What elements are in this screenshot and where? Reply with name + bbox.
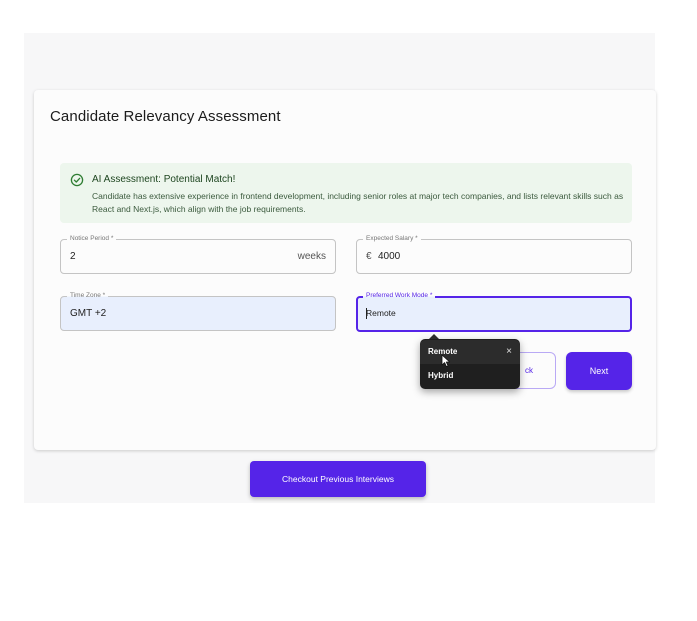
page: Candidate Relevancy Assessment AI Assess… [0, 0, 697, 621]
back-button-label: ck [525, 366, 533, 375]
preferred-work-mode-value: Remote [366, 308, 396, 318]
mouse-cursor-icon [441, 354, 451, 367]
alert-body: Candidate has extensive experience in fr… [92, 191, 624, 214]
assessment-card: Candidate Relevancy Assessment AI Assess… [34, 90, 656, 450]
ai-assessment-alert: AI Assessment: Potential Match! Candidat… [60, 163, 632, 223]
close-icon[interactable]: × [506, 340, 512, 364]
time-zone-value: GMT +2 [70, 308, 107, 319]
preferred-work-mode-label: Preferred Work Mode * [363, 291, 436, 301]
dropdown-option-hybrid[interactable]: Hybrid [420, 364, 520, 388]
time-zone-field[interactable]: Time Zone * GMT +2 [60, 291, 336, 331]
expected-salary-value: 4000 [378, 251, 401, 262]
expected-salary-field[interactable]: Expected Salary * € 4000 [356, 234, 632, 274]
currency-prefix: € [366, 251, 372, 262]
alert-title: AI Assessment: Potential Match! [92, 174, 236, 185]
notice-period-unit: weeks [297, 251, 326, 262]
work-mode-dropdown: Remote × Hybrid [420, 334, 520, 389]
check-circle-icon [70, 173, 84, 187]
time-zone-label: Time Zone * [67, 291, 109, 301]
expected-salary-label: Expected Salary * [363, 234, 421, 244]
notice-period-field[interactable]: Notice Period * 2 weeks [60, 234, 336, 274]
text-caret [366, 308, 367, 319]
dropdown-option-remote[interactable]: Remote × [420, 340, 520, 364]
checkout-previous-interviews-button[interactable]: Checkout Previous Interviews [250, 461, 426, 497]
notice-period-value: 2 [70, 251, 76, 262]
option-hybrid-label: Hybrid [428, 371, 454, 380]
next-button[interactable]: Next [566, 352, 632, 390]
notice-period-label: Notice Period * [67, 234, 117, 244]
dropdown-arrow [429, 334, 439, 339]
card-title: Candidate Relevancy Assessment [50, 108, 281, 125]
preferred-work-mode-select[interactable]: Preferred Work Mode * Remote [356, 291, 632, 332]
